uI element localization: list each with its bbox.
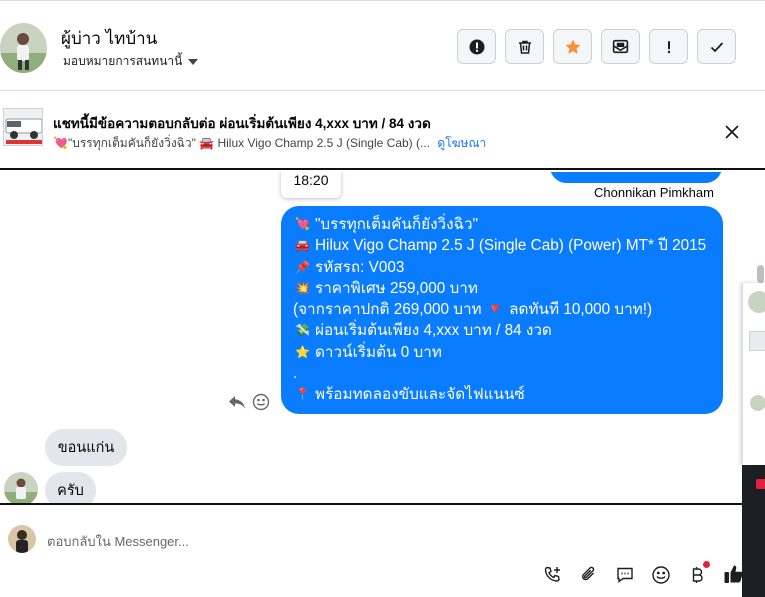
sender-name: Chonnikan Pimkham xyxy=(594,185,714,200)
message-line: 📍 พร้อมทดลองขับและจัดไฟแนนซ์ xyxy=(293,384,713,405)
view-ad-link[interactable]: ดูโฆษณา xyxy=(437,136,486,150)
incoming-message-bubble[interactable]: ครับ xyxy=(45,472,96,504)
message-line-text: พร้อมทดลองขับและจัดไฟแนนซ์ xyxy=(315,386,525,404)
collision-emoji: 💥 xyxy=(295,280,310,295)
call-button[interactable] xyxy=(543,565,563,585)
message-line-text: "บรรทุกเต็มคันก็ยังวิ่งฉิว" xyxy=(315,216,479,233)
mark-done-button[interactable] xyxy=(697,29,736,64)
heart-arrow-emoji: 💘 xyxy=(295,217,310,231)
ad-subtitle-text: 💘"บรรทุกเต็มคันก็ยังวิ่งฉิว" 🚘 Hilux Vig… xyxy=(53,136,430,150)
message-line-text: ดาวน์เริ่มต้น 0 บาท xyxy=(315,343,442,361)
contact-avatar-small xyxy=(4,472,38,504)
paperclip-icon xyxy=(582,566,595,581)
message-line: ⭐ ดาวน์เริ่มต้น 0 บาท xyxy=(293,342,713,363)
timestamp-tooltip: 18:20 xyxy=(281,172,341,198)
side-dark-panel xyxy=(742,465,765,597)
reply-input[interactable] xyxy=(47,531,517,551)
baht-icon xyxy=(692,567,703,583)
message-line-text: ผ่อนเริ่มต้นเพียง 4,xxx บาท / 84 งวด xyxy=(315,322,552,340)
envelope-icon xyxy=(612,39,629,54)
star-icon xyxy=(565,39,580,54)
assign-label: มอบหมายการสนทนานี้ xyxy=(63,54,183,68)
close-icon xyxy=(725,125,739,139)
trash-icon xyxy=(518,40,531,54)
assign-conversation-dropdown[interactable]: มอบหมายการสนทนานี้ xyxy=(63,52,199,71)
message-line: 💘 "บรรทุกเต็มคันก็ยังวิ่งฉิว" xyxy=(293,214,713,235)
message-line: 📌 รหัสรถ: V003 xyxy=(293,257,713,278)
check-icon xyxy=(710,41,723,52)
previous-outgoing-bubble[interactable] xyxy=(550,172,722,183)
star-emoji: ⭐ xyxy=(295,344,310,359)
message-line-text: (จากราคาปกติ 269,000 บาท 🔻 ลดทันที 10,00… xyxy=(293,301,653,319)
side-thumbnail xyxy=(749,331,765,351)
attach-button[interactable] xyxy=(579,565,599,585)
chat-bubble-icon xyxy=(617,567,633,583)
chevron-down-icon xyxy=(188,59,199,65)
emoji-button[interactable] xyxy=(651,565,671,585)
saved-replies-button[interactable] xyxy=(615,565,635,585)
money-wings-emoji: 💸 xyxy=(295,323,310,338)
notification-dot xyxy=(703,561,710,568)
close-banner-button[interactable] xyxy=(722,122,742,142)
incoming-message-bubble[interactable]: ขอนแก่น xyxy=(45,429,127,466)
ad-thumbnail[interactable] xyxy=(3,108,43,146)
contact-name[interactable]: ผู้บ่าว ไทบ้าน xyxy=(61,25,157,52)
message-line: 💥 ราคาพิเศษ 259,000 บาท xyxy=(293,278,713,299)
message-line: 🚘 Hilux Vigo Champ 2.5 J (Single Cab) (Po… xyxy=(293,235,713,256)
message-line-text: ราคาพิเศษ 259,000 บาท xyxy=(315,279,478,297)
page-avatar xyxy=(8,525,36,553)
round-pushpin-emoji: 📍 xyxy=(295,387,310,402)
delete-button[interactable] xyxy=(505,29,544,64)
follow-up-button[interactable] xyxy=(649,29,688,64)
message-line: 💸 ผ่อนเริ่มต้นเพียง 4,xxx บาท / 84 งวด xyxy=(293,320,713,341)
composer-divider xyxy=(0,503,765,505)
message-line: (จากราคาปกติ 269,000 บาท 🔻 ลดทันที 10,00… xyxy=(293,299,713,320)
alert-circle-icon xyxy=(469,39,484,54)
message-line-text: Hilux Vigo Champ 2.5 J (Single Cab) (Pow… xyxy=(315,237,707,255)
ad-reply-banner: แชทนี้มีข้อความตอบกลับต่อ ผ่อนเริ่มต้นเพ… xyxy=(0,92,765,170)
scrollbar-thumb[interactable] xyxy=(757,265,764,283)
pushpin-emoji: 📌 xyxy=(295,259,310,274)
message-thread[interactable]: Chonnikan Pimkham 18:20 💘 "บรรทุกเต็มคันก… xyxy=(0,172,765,504)
conversation-header: ผู้บ่าว ไทบ้าน มอบหมายการสนทนานี้ xyxy=(0,3,765,91)
message-line: . xyxy=(293,363,713,384)
report-button[interactable] xyxy=(457,29,496,64)
car-emoji: 🚘 xyxy=(295,238,310,253)
star-button[interactable] xyxy=(553,29,592,64)
side-badge xyxy=(756,479,765,489)
reply-icon[interactable] xyxy=(228,394,246,410)
ad-subtitle: 💘"บรรทุกเต็มคันก็ยังวิ่งฉิว" 🚘 Hilux Vig… xyxy=(53,134,486,153)
message-line-text: . xyxy=(293,365,298,383)
side-panel-edge xyxy=(742,283,765,465)
exclamation-icon xyxy=(667,40,670,53)
mark-unread-button[interactable] xyxy=(601,29,640,64)
phone-plus-icon xyxy=(544,566,560,582)
message-line-text: รหัสรถ: V003 xyxy=(315,258,405,276)
side-avatar xyxy=(750,395,765,411)
contact-avatar[interactable] xyxy=(0,23,47,73)
side-avatar xyxy=(748,291,765,313)
smiley-icon xyxy=(652,566,670,584)
react-emoji-icon[interactable] xyxy=(252,393,270,411)
payment-button[interactable] xyxy=(687,565,707,585)
ad-title: แชทนี้มีข้อความตอบกลับต่อ ผ่อนเริ่มต้นเพ… xyxy=(53,116,431,131)
outgoing-message-bubble[interactable]: 💘 "บรรทุกเต็มคันก็ยังวิ่งฉิว" 🚘 Hilux Vigo… xyxy=(281,206,723,414)
